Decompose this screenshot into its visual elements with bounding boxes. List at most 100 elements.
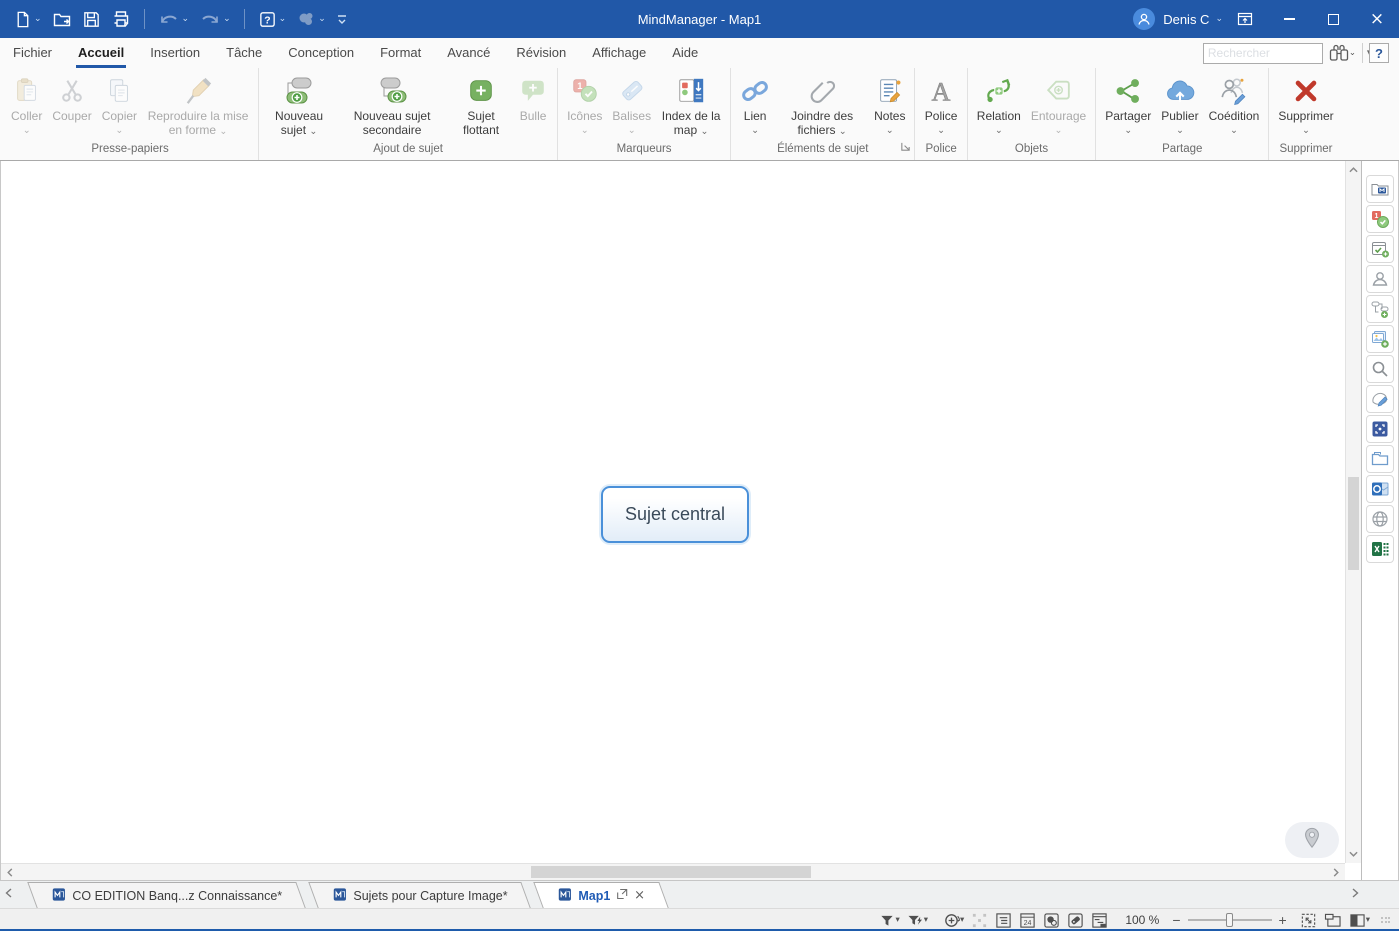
- publier-button[interactable]: Publier ⌄: [1156, 70, 1203, 135]
- tab-conception[interactable]: Conception: [275, 38, 367, 68]
- sketch-pane-button[interactable]: [1366, 385, 1394, 413]
- close-button[interactable]: ×: [1355, 0, 1399, 38]
- chevron-down-icon[interactable]: ⌄: [279, 15, 287, 23]
- icones-button[interactable]: 1 Icônes ⌄: [562, 70, 607, 135]
- police-button[interactable]: A Police ⌄: [920, 70, 963, 135]
- undo-button[interactable]: ⌄: [155, 7, 193, 31]
- scroll-right-arrow[interactable]: [1329, 864, 1343, 880]
- zoom-out-button[interactable]: −: [1172, 912, 1180, 928]
- ribbon-display-options-button[interactable]: [1223, 0, 1267, 38]
- scroll-down-arrow[interactable]: [1346, 847, 1361, 861]
- tab-tache[interactable]: Tâche: [213, 38, 275, 68]
- app-logo-button[interactable]: ⌄: [293, 7, 329, 31]
- user-menu[interactable]: Denis C: [1163, 12, 1209, 27]
- mindmanager-pane-button[interactable]: [1366, 175, 1394, 203]
- open-button[interactable]: [49, 7, 75, 31]
- central-topic-node[interactable]: Sujet central: [601, 486, 749, 543]
- nouveau-sujet-button[interactable]: Nouveau sujet ⌄: [263, 70, 335, 137]
- help-button[interactable]: ?⌄: [255, 8, 290, 31]
- zoom-slider-thumb[interactable]: [1226, 913, 1233, 927]
- balises-button[interactable]: Balises ⌄: [607, 70, 656, 135]
- schedule-view-button[interactable]: 24: [1019, 912, 1036, 929]
- user-avatar[interactable]: [1133, 8, 1155, 30]
- print-button[interactable]: [108, 7, 134, 31]
- location-pin-button[interactable]: [1285, 822, 1339, 858]
- outline-view-button[interactable]: [995, 912, 1012, 929]
- save-button[interactable]: [79, 8, 104, 31]
- resize-grip[interactable]: [1381, 917, 1391, 923]
- chevron-down-icon[interactable]: ⌄: [1215, 15, 1223, 23]
- tab-scroll-right-arrow[interactable]: [1352, 885, 1359, 903]
- entourage-button[interactable]: Entourage ⌄: [1026, 70, 1091, 135]
- tab-affichage[interactable]: Affichage: [579, 38, 659, 68]
- excel-pane-button[interactable]: [1366, 535, 1394, 563]
- chevron-down-icon[interactable]: ⌄: [34, 15, 42, 23]
- window-layout-button[interactable]: [1324, 913, 1342, 928]
- dialog-launcher-icon[interactable]: [900, 139, 911, 157]
- supprimer-button[interactable]: Supprimer ⌄: [1273, 70, 1338, 135]
- file-explorer-pane-button[interactable]: [1366, 445, 1394, 473]
- redo-button[interactable]: ⌄: [196, 7, 234, 31]
- map-canvas[interactable]: Sujet central: [1, 161, 1361, 880]
- search-box[interactable]: ▾: [1203, 43, 1323, 64]
- icons-view-button[interactable]: [1043, 912, 1060, 929]
- tab-aide[interactable]: Aide: [659, 38, 711, 68]
- vertical-scroll-thumb[interactable]: [1348, 477, 1359, 570]
- scroll-up-arrow[interactable]: [1346, 163, 1361, 177]
- customize-toolbar-button[interactable]: [333, 10, 351, 28]
- chevron-down-icon[interactable]: ⌄: [182, 15, 190, 23]
- horizontal-scroll-thumb[interactable]: [531, 866, 811, 878]
- document-tab[interactable]: Sujets pour Capture Image*: [308, 882, 531, 908]
- capture-pane-button[interactable]: [1366, 415, 1394, 443]
- filter-button[interactable]: ▾: [879, 913, 899, 928]
- tab-insertion[interactable]: Insertion: [137, 38, 213, 68]
- gantt-view-button[interactable]: [1091, 912, 1108, 929]
- zoom-slider[interactable]: [1188, 912, 1272, 928]
- search-pane-button[interactable]: [1366, 355, 1394, 383]
- outlook-pane-button[interactable]: [1366, 475, 1394, 503]
- chevron-down-icon[interactable]: ⌄: [318, 15, 326, 23]
- tab-scroll-left-arrow[interactable]: [5, 885, 12, 903]
- tab-revision[interactable]: Révision: [503, 38, 579, 68]
- maximize-button[interactable]: [1311, 0, 1355, 38]
- coedition-button[interactable]: Coédition ⌄: [1204, 70, 1265, 135]
- horizontal-scrollbar[interactable]: [1, 863, 1345, 880]
- icon-markers-pane-button[interactable]: 1: [1366, 205, 1394, 233]
- tab-fichier[interactable]: Fichier: [0, 38, 65, 68]
- partager-button[interactable]: Partager ⌄: [1100, 70, 1156, 135]
- vertical-scrollbar[interactable]: [1345, 161, 1361, 863]
- image-library-pane-button[interactable]: [1366, 325, 1394, 353]
- tab-format[interactable]: Format: [367, 38, 434, 68]
- zoom-in-button[interactable]: +: [1279, 912, 1287, 928]
- document-tab[interactable]: CO EDITION Banq...z Connaissance*: [27, 882, 305, 908]
- scroll-left-arrow[interactable]: [3, 864, 17, 880]
- copier-button[interactable]: Copier ⌄: [97, 70, 142, 135]
- split-view-button[interactable]: ▾: [1349, 913, 1370, 928]
- lien-button[interactable]: Lien ⌄: [735, 70, 775, 135]
- document-tab-active[interactable]: Map1 ×: [533, 882, 668, 908]
- tab-close-icon[interactable]: ×: [634, 888, 645, 903]
- find-binoculars-button[interactable]: ⌄: [1329, 44, 1356, 62]
- tags-view-button[interactable]: [1067, 912, 1084, 929]
- map-parts-pane-button[interactable]: [1366, 295, 1394, 323]
- task-info-pane-button[interactable]: [1366, 235, 1394, 263]
- presentation-walkthrough-button[interactable]: ▾: [943, 912, 964, 929]
- reproduire-mise-en-forme-button[interactable]: Reproduire la mise en forme ⌄: [142, 70, 254, 137]
- notes-button[interactable]: Notes ⌄: [869, 70, 910, 135]
- tab-accueil[interactable]: Accueil: [65, 38, 137, 68]
- web-pane-button[interactable]: [1366, 505, 1394, 533]
- tab-avance[interactable]: Avancé: [434, 38, 503, 68]
- chevron-down-icon[interactable]: ⌄: [1349, 48, 1356, 58]
- relation-button[interactable]: Relation ⌄: [972, 70, 1026, 135]
- coller-button[interactable]: Coller ⌄: [6, 70, 47, 135]
- tab-float-icon[interactable]: [616, 888, 628, 903]
- bulle-button[interactable]: Bulle: [513, 70, 553, 124]
- chevron-down-icon[interactable]: ⌄: [223, 15, 231, 23]
- fit-map-button[interactable]: [1300, 912, 1317, 929]
- nouveau-sujet-secondaire-button[interactable]: Nouveau sujet secondaire: [335, 70, 449, 137]
- power-filter-button[interactable]: ▾: [907, 913, 928, 928]
- couper-button[interactable]: Couper: [47, 70, 96, 124]
- help-ribbon-button[interactable]: ?: [1369, 43, 1389, 63]
- resources-pane-button[interactable]: [1366, 265, 1394, 293]
- new-document-button[interactable]: ⌄: [10, 8, 45, 31]
